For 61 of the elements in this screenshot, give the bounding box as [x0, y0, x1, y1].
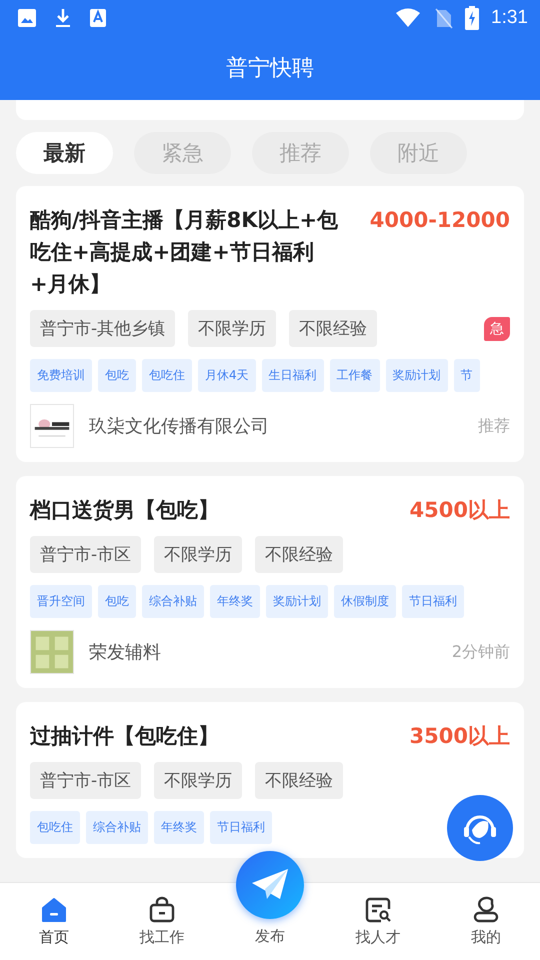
nav-tab[interactable]: 发布 — [255, 927, 285, 946]
benefit-tag: 生日福利 — [262, 359, 324, 392]
job-title: 档口送货男【包吃】 — [30, 497, 220, 524]
nav-tab[interactable]: 我的 — [432, 883, 540, 960]
benefit-tag: 包吃 — [98, 359, 136, 392]
job-title: 酷狗/抖音主播【月薪8K以上+包吃住+高提成+团建+节日福利+月休】 — [30, 207, 340, 298]
nav-tab[interactable]: 首页 — [0, 883, 108, 960]
nav-tab[interactable]: 找人才 — [324, 883, 432, 960]
benefit-tag: 晋升空间 — [30, 585, 92, 618]
benefit-tag: 年终奖 — [210, 585, 260, 618]
requirement-tag: 普宁市-市区 — [30, 536, 142, 573]
download-icon — [53, 8, 73, 28]
urgent-badge: 急 — [484, 316, 510, 340]
job-card[interactable]: 档口送货男【包吃】 4500以上 普宁市-市区 不限学历 不限经验 晋升空间 包吃 综合补贴 年终奖 奖励计划 休假制度 节日福利 荣发辅料 2分钟前 — [16, 476, 524, 688]
benefit-tag: 包吃住 — [142, 359, 192, 392]
nav-tab[interactable]: 找工作 — [108, 883, 216, 960]
salary-text: 4000-12000 — [370, 207, 510, 234]
home-icon — [40, 896, 68, 924]
benefit-tag: 节日福利 — [402, 585, 464, 618]
post-meta: 推荐 — [478, 416, 510, 436]
requirement-tag: 普宁市-市区 — [30, 762, 142, 799]
app-title: 普宁快聘 — [226, 55, 314, 83]
requirement-tag: 不限经验 — [289, 310, 378, 347]
benefit-tag: 奖励计划 — [266, 585, 328, 618]
font-icon — [89, 8, 107, 28]
job-card[interactable]: 过抽计件【包吃住】 3500以上 普宁市-市区 不限学历 不限经验 包吃住 综合补贴 年终奖 节日福利 — [16, 702, 524, 858]
benefit-tag: 综合补贴 — [86, 811, 148, 844]
requirement-tag: 不限经验 — [255, 762, 344, 799]
image-icon — [17, 8, 37, 28]
job-title: 过抽计件【包吃住】 — [30, 723, 220, 750]
benefit-tag: 休假制度 — [334, 585, 396, 618]
publish-button[interactable] — [236, 851, 304, 919]
requirement-tag: 普宁市-其他乡镇 — [30, 310, 176, 347]
benefit-tag: 月休4天 — [198, 359, 256, 392]
filter-tab[interactable]: 最新 — [16, 132, 113, 174]
salary-text: 4500以上 — [410, 497, 510, 524]
battery-icon — [465, 6, 480, 30]
benefit-tag: 综合补贴 — [142, 585, 204, 618]
company-name: 荣发辅料 — [89, 641, 162, 664]
requirement-tag: 不限学历 — [154, 536, 242, 573]
document-search-icon — [364, 896, 392, 924]
benefit-tag: 年终奖 — [154, 811, 204, 844]
person-icon — [472, 896, 500, 924]
benefit-tag: 奖励计划 — [386, 359, 448, 392]
requirement-tag: 不限学历 — [188, 310, 276, 347]
benefit-tag: 节 — [454, 359, 480, 392]
status-time: 1:31 — [491, 7, 528, 29]
benefit-tag: 节日福利 — [210, 811, 272, 844]
briefcase-icon — [148, 896, 176, 924]
salary-text: 3500以上 — [410, 723, 510, 750]
requirement-tag: 不限经验 — [255, 536, 344, 573]
no-sim-icon — [433, 7, 454, 29]
requirement-tag: 不限学历 — [154, 762, 242, 799]
benefit-tag: 工作餐 — [330, 359, 380, 392]
benefit-tag: 包吃 — [98, 585, 136, 618]
benefit-tag: 包吃住 — [30, 811, 80, 844]
company-name: 玖柒文化传播有限公司 — [89, 415, 270, 438]
job-card[interactable]: 酷狗/抖音主播【月薪8K以上+包吃住+高提成+团建+节日福利+月休】 4000-12000 普宁市-其他乡镇 不限学历 不限经验 急 免费培训 包吃 包吃住 月休4天 生日福利 工作餐 奖励计划 节 玖柒文化传播有限公司 推荐 — [16, 186, 524, 462]
benefit-tag: 免费培训 — [30, 359, 92, 392]
post-meta: 2分钟前 — [452, 642, 510, 662]
wifi-icon — [395, 8, 422, 28]
